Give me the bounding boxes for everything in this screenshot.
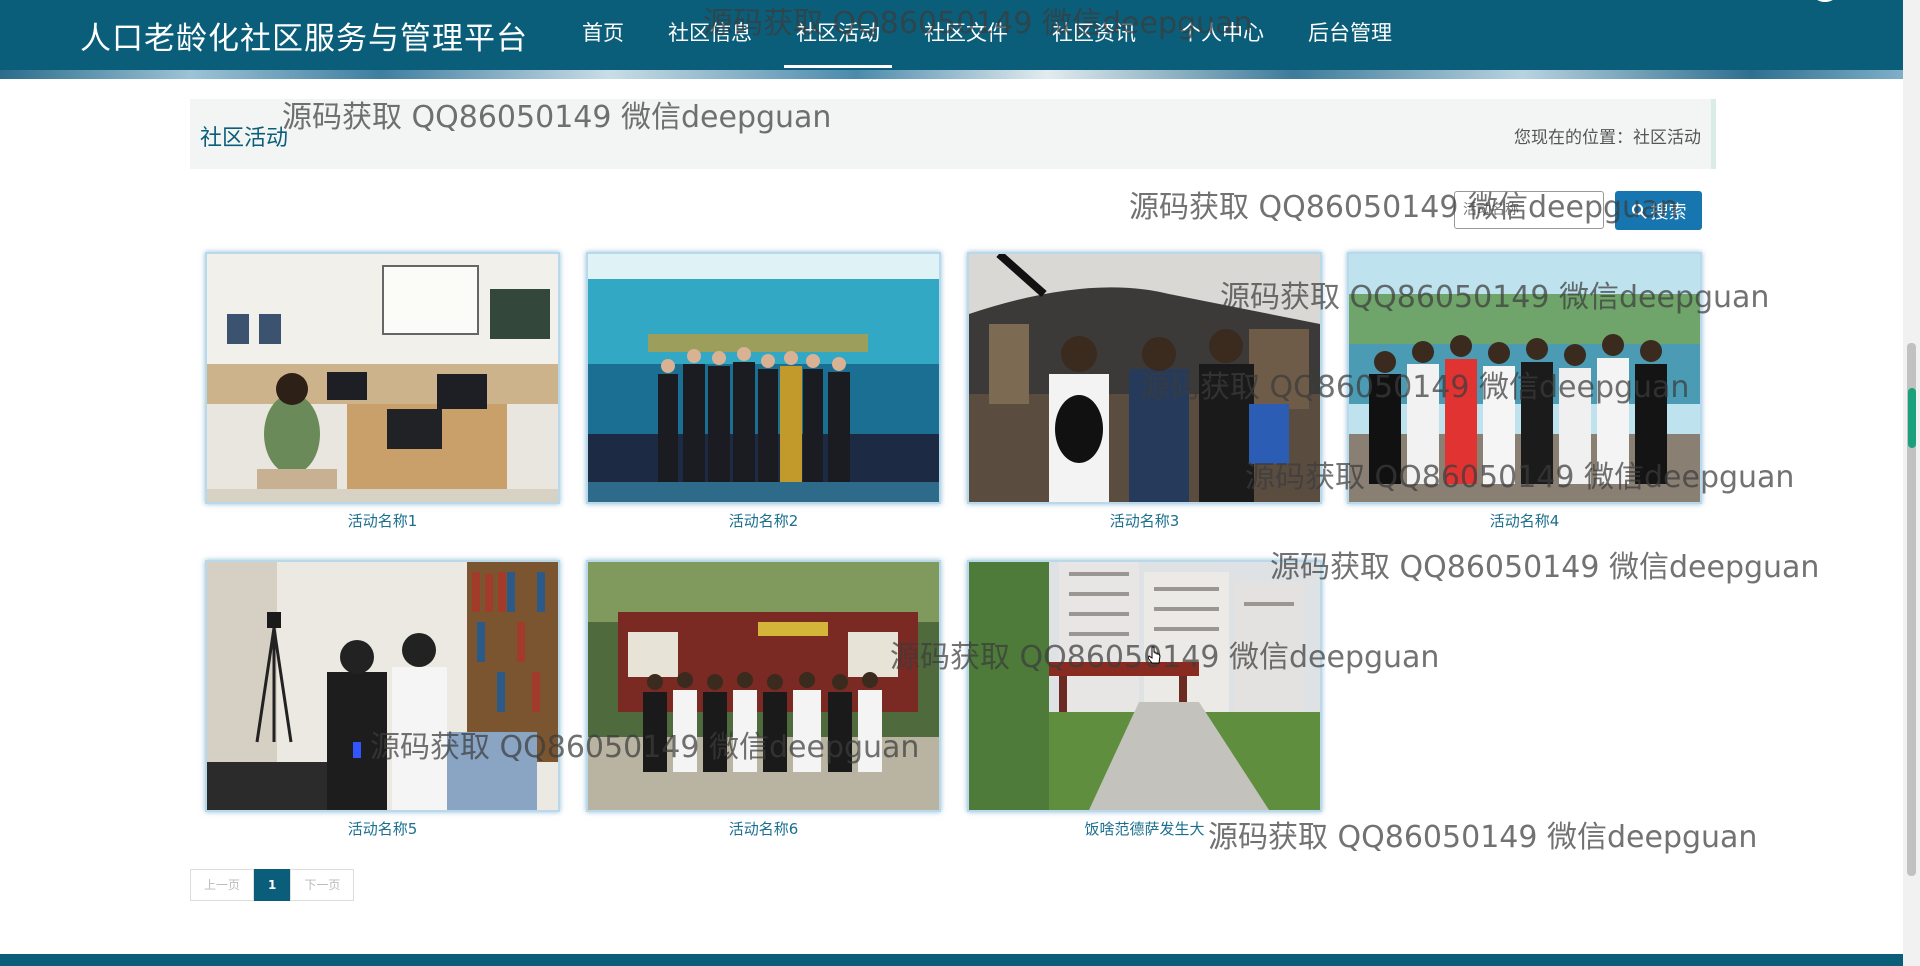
side-float-handle[interactable] [1908,388,1916,448]
banner-strip [0,70,1903,79]
search-button[interactable]: 搜索 [1615,191,1702,230]
nav-item-community-activities[interactable]: 社区活动 [774,0,902,70]
prev-page-button[interactable]: 上一页 [190,869,255,901]
activity-card[interactable]: 活动名称6 [586,560,941,839]
nav-item-community-info[interactable]: 社区信息 [646,0,774,70]
nav-item-admin[interactable]: 后台管理 [1286,0,1414,70]
next-page-button[interactable]: 下一页 [290,869,355,901]
activity-image-lake-group[interactable] [1347,252,1702,504]
breadcrumb-prefix: 您现在的位置： [1514,128,1633,148]
breadcrumb-current[interactable]: 社区活动 [1633,128,1701,148]
activity-image-residential-garden[interactable] [967,560,1322,812]
breadcrumb: 您现在的位置：社区活动 [1514,123,1701,148]
search-button-label: 搜索 [1650,201,1687,223]
site-title[interactable]: 人口老龄化社区服务与管理平台 [80,13,528,58]
nav-item-home[interactable]: 首页 [560,0,646,70]
activity-name[interactable]: 活动名称4 [1347,510,1702,531]
activity-name[interactable]: 活动名称3 [967,510,1322,531]
nav-item-community-news[interactable]: 社区资讯 [1030,0,1158,70]
section-title: 社区活动 [200,126,289,151]
activity-name[interactable]: 活动名称5 [205,818,560,839]
activity-image-pavilion[interactable] [967,252,1322,504]
activity-card[interactable]: 饭啥范德萨发生大 [967,560,1322,839]
search-icon [1631,203,1647,219]
mouse-cursor-icon [1148,646,1161,664]
activity-image-computer-classroom[interactable] [205,252,560,504]
page-1-button[interactable]: 1 [254,869,291,901]
activity-name[interactable]: 活动名称6 [586,818,941,839]
activity-card[interactable]: 活动名称3 [967,252,1322,531]
activity-name[interactable]: 饭啥范德萨发生大 [967,818,1322,839]
activity-card[interactable]: 活动名称4 [1347,252,1702,531]
activity-card[interactable]: 活动名称1 [205,252,560,531]
activity-name-search-input[interactable] [1454,191,1604,229]
footer-bar [0,954,1903,966]
activity-card[interactable]: 活动名称5 [205,560,560,839]
user-avatar-icon[interactable] [1812,0,1838,2]
nav-item-personal-center[interactable]: 个人中心 [1158,0,1286,70]
activity-card[interactable]: 活动名称2 [586,252,941,531]
top-navbar: 人口老龄化社区服务与管理平台 首页 社区信息 社区活动 社区文件 社区资讯 个人… [0,0,1903,70]
pagination: 上一页 1 下一页 [190,869,355,901]
main-nav: 首页 社区信息 社区活动 社区文件 社区资讯 个人中心 后台管理 [560,0,1414,70]
activity-image-conference[interactable] [586,252,941,504]
activity-image-library-demo[interactable] [205,560,560,812]
page-scrollbar[interactable] [1903,0,1920,966]
activity-name[interactable]: 活动名称1 [205,510,560,531]
activity-image-temple-group[interactable] [586,560,941,812]
activity-name[interactable]: 活动名称2 [586,510,941,531]
watermark: 源码获取 QQ86050149 微信deepguan [1270,550,1820,585]
nav-item-community-files[interactable]: 社区文件 [902,0,1030,70]
section-header: 社区活动 您现在的位置：社区活动 [190,99,1716,169]
